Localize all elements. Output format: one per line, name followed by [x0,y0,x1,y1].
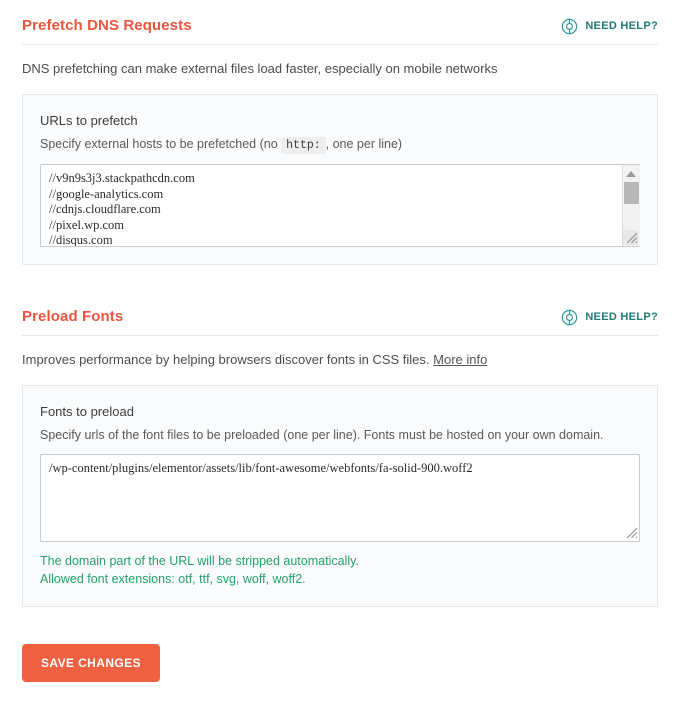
urls-help-suffix: , one per line) [325,137,403,151]
urls-field-label: URLs to prefetch [40,113,138,128]
fonts-to-preload-input[interactable] [40,454,640,542]
urls-help-prefix: Specify external hosts to be prefetched … [40,137,278,151]
need-help-label: NEED HELP? [585,310,658,323]
section-description-fonts: Improves performance by helping browsers… [22,336,658,385]
fonts-field-help: Specify urls of the font files to be pre… [40,428,604,442]
textarea-resize-handle[interactable] [625,231,638,244]
more-info-link[interactable]: More info [433,352,487,367]
scrollbar-track[interactable] [622,182,640,229]
section-description: DNS prefetching can make external files … [22,61,498,76]
urls-field-help: Specify external hosts to be prefetched … [40,136,640,164]
fonts-to-preload-panel: Fonts to preload Specify urls of the fon… [22,385,658,607]
fonts-notes: The domain part of the URL will be strip… [40,542,640,589]
need-help-link-fonts[interactable]: NEED HELP? [561,309,658,326]
section-header-fonts: Preload Fonts NEED HELP? [22,308,658,335]
scrollbar-up-button[interactable] [622,165,640,182]
footer-actions: SAVE CHANGES [0,644,680,682]
http-code-chip: http: [281,137,326,154]
section-title-preload-fonts: Preload Fonts [22,308,124,325]
settings-page: Prefetch DNS Requests NEED HELP? DNS pre… [0,0,680,701]
page-title: Prefetch DNS Requests [22,17,192,34]
save-changes-button[interactable]: SAVE CHANGES [22,644,160,682]
lifebuoy-icon [561,18,578,35]
chevron-up-icon [626,170,636,177]
urls-textarea-wrap [40,164,640,247]
need-help-label: NEED HELP? [585,19,658,32]
textarea-resize-handle[interactable] [625,526,638,539]
section-prefetch-dns-requests: Prefetch DNS Requests NEED HELP? DNS pre… [0,0,680,265]
fonts-textarea-wrap [40,454,640,542]
scrollbar-thumb[interactable] [623,182,639,204]
section-header: Prefetch DNS Requests NEED HELP? [22,17,658,44]
fonts-note-allowed-extensions: Allowed font extensions: otf, ttf, svg, … [40,572,306,586]
urls-to-prefetch-panel: URLs to prefetch Specify external hosts … [22,94,658,265]
need-help-link-dns[interactable]: NEED HELP? [561,18,658,35]
fonts-note-domain-stripped: The domain part of the URL will be strip… [40,554,359,568]
section-preload-fonts: Preload Fonts NEED HELP? Improves perfor… [0,308,680,607]
fonts-field-label: Fonts to preload [40,404,134,419]
lifebuoy-icon [561,309,578,326]
fonts-description-text: Improves performance by helping browsers… [22,352,430,367]
urls-to-prefetch-input[interactable] [40,164,640,247]
